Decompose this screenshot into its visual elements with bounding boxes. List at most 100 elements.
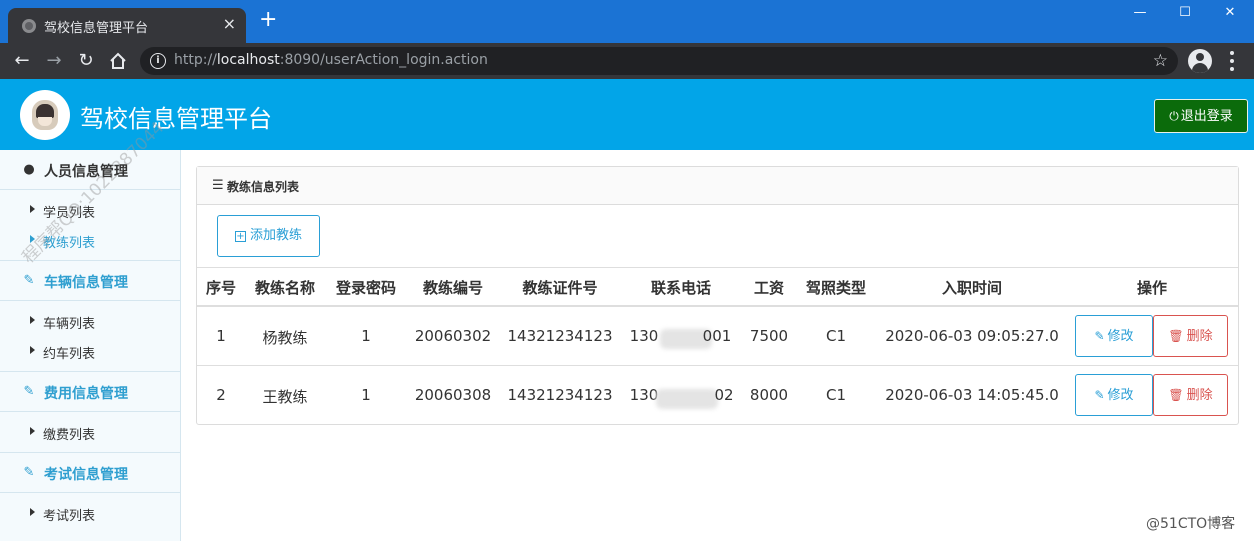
maximize-button[interactable]: ☐ xyxy=(1162,3,1208,23)
panel-heading: ☰ 教练信息列表 xyxy=(197,167,1238,205)
cell-password: 1 xyxy=(361,327,371,345)
close-tab-icon[interactable]: × xyxy=(223,14,236,34)
coach-list-panel: ☰ 教练信息列表 + 添加教练 序号 教练名称 登录密码 教练编号 教练证件号 联… xyxy=(196,166,1239,425)
column-header: 教练证件号 xyxy=(522,279,598,297)
edit-button[interactable]: ✎ 修改 xyxy=(1075,374,1153,416)
cell-license-type: C1 xyxy=(825,386,847,404)
edit-icon: ✎ xyxy=(23,273,35,288)
sidebar-group-personnel[interactable]: ● 人员信息管理 xyxy=(0,150,180,190)
caret-right-icon xyxy=(30,508,35,516)
sidebar-group-label: 车辆信息管理 xyxy=(44,275,128,291)
globe-icon xyxy=(22,19,36,33)
caret-right-icon xyxy=(30,316,35,324)
caret-right-icon xyxy=(30,427,35,435)
cell-phone-end: 02 xyxy=(714,386,734,404)
sidebar-item-vehicles[interactable]: 车辆列表 xyxy=(0,307,180,337)
sidebar-group-exams[interactable]: ✎ 考试信息管理 xyxy=(0,453,180,493)
user-icon: ● xyxy=(23,162,35,177)
column-header: 教练名称 xyxy=(254,279,316,297)
add-coach-button[interactable]: + 添加教练 xyxy=(217,215,320,257)
cell-password: 1 xyxy=(361,386,371,404)
edit-icon: ✎ xyxy=(23,384,35,399)
sidebar-item-exams[interactable]: 考试列表 xyxy=(0,499,180,529)
trash-icon: 🗑 xyxy=(1168,388,1184,402)
reload-icon[interactable]: ↻ xyxy=(74,49,98,73)
list-icon: ☰ xyxy=(212,178,224,193)
cell-code: 20060308 xyxy=(414,386,492,404)
cell-phone-end: 001 xyxy=(702,327,732,345)
table-header-border xyxy=(197,305,1238,307)
cell-salary: 7500 xyxy=(749,327,789,345)
close-window-button[interactable]: ✕ xyxy=(1207,3,1253,23)
sidebar-item-label: 考试列表 xyxy=(43,509,96,524)
kebab-menu-icon[interactable] xyxy=(1226,49,1238,73)
edit-label: 修改 xyxy=(1107,388,1134,403)
app-title: 驾校信息管理平台 xyxy=(80,105,272,133)
sidebar-item-payments[interactable]: 缴费列表 xyxy=(0,418,180,448)
sidebar: ● 人员信息管理 学员列表 教练列表 ✎ 车辆信息管理 车辆列表 约车列表 ✎ … xyxy=(0,150,181,541)
browser-tab[interactable]: 驾校信息管理平台 × xyxy=(8,8,246,43)
edit-icon: ✎ xyxy=(1094,388,1105,402)
edit-button[interactable]: ✎ 修改 xyxy=(1075,315,1153,357)
delete-label: 删除 xyxy=(1186,329,1213,344)
app-header: 驾校信息管理平台 ⏻ 退出登录 xyxy=(0,79,1254,150)
browser-tab-strip: 驾校信息管理平台 × + — ☐ ✕ xyxy=(0,0,1254,43)
logo xyxy=(20,90,70,140)
column-header: 入职时间 xyxy=(941,279,1003,297)
bookmark-star-icon[interactable]: ☆ xyxy=(1153,50,1168,72)
cell-license-no: 14321234123 xyxy=(507,386,613,404)
plus-square-icon: + xyxy=(234,231,246,242)
logout-button[interactable]: ⏻ 退出登录 xyxy=(1154,99,1248,133)
forward-arrow-icon[interactable]: → xyxy=(42,49,66,73)
edit-icon: ✎ xyxy=(1094,329,1105,343)
cell-phone-start: 130 xyxy=(629,386,659,404)
delete-button[interactable]: 🗑 删除 xyxy=(1153,315,1228,357)
cell-index: 1 xyxy=(216,327,226,345)
redaction-blur xyxy=(656,389,718,409)
edit-icon: ✎ xyxy=(23,465,35,480)
row-divider xyxy=(197,365,1238,366)
cell-name: 杨教练 xyxy=(262,329,308,347)
sidebar-item-bookings[interactable]: 约车列表 xyxy=(0,337,180,367)
logout-label: 退出登录 xyxy=(1180,109,1233,124)
column-header: 序号 xyxy=(205,279,237,297)
column-header: 工资 xyxy=(753,279,785,297)
sidebar-group-label: 费用信息管理 xyxy=(44,386,128,402)
sidebar-group-label: 人员信息管理 xyxy=(44,164,128,180)
cell-index: 2 xyxy=(216,386,226,404)
new-tab-button[interactable]: + xyxy=(259,9,277,31)
home-icon[interactable] xyxy=(106,49,130,73)
delete-button[interactable]: 🗑 删除 xyxy=(1153,374,1228,416)
cell-phone-start: 130 xyxy=(629,327,659,345)
cell-hire-time: 2020-06-03 09:05:27.0 xyxy=(885,327,1059,345)
column-header: 驾照类型 xyxy=(805,279,867,297)
add-coach-label: 添加教练 xyxy=(249,228,302,243)
trash-icon: 🗑 xyxy=(1168,329,1184,343)
address-bar[interactable]: i http://localhost:8090/userAction_login… xyxy=(140,47,1178,75)
sidebar-item-label: 教练列表 xyxy=(43,236,96,251)
caret-right-icon xyxy=(30,346,35,354)
column-header: 教练编号 xyxy=(422,279,484,297)
column-header: 操作 xyxy=(1136,279,1168,297)
sidebar-item-coaches[interactable]: 教练列表 xyxy=(0,226,180,256)
url-text[interactable]: http://localhost:8090/userAction_login.a… xyxy=(174,52,488,68)
panel-title: 教练信息列表 xyxy=(227,180,300,194)
power-icon: ⏻ xyxy=(1169,109,1179,123)
sidebar-group-vehicles[interactable]: ✎ 车辆信息管理 xyxy=(0,261,180,301)
cell-salary: 8000 xyxy=(749,386,789,404)
cell-hire-time: 2020-06-03 14:05:45.0 xyxy=(885,386,1059,404)
cell-code: 20060302 xyxy=(414,327,492,345)
avatar-logo-icon xyxy=(32,100,58,130)
column-header: 联系电话 xyxy=(650,279,712,297)
sidebar-item-students[interactable]: 学员列表 xyxy=(0,196,180,226)
sidebar-group-fees[interactable]: ✎ 费用信息管理 xyxy=(0,372,180,412)
column-header: 登录密码 xyxy=(335,279,397,297)
sidebar-group-label: 考试信息管理 xyxy=(44,467,128,483)
sidebar-item-label: 缴费列表 xyxy=(43,428,96,443)
back-arrow-icon[interactable]: ← xyxy=(10,49,34,73)
caret-right-icon xyxy=(30,205,35,213)
cell-license-type: C1 xyxy=(825,327,847,345)
info-icon[interactable]: i xyxy=(150,53,166,69)
profile-avatar-icon[interactable] xyxy=(1188,49,1212,73)
minimize-button[interactable]: — xyxy=(1117,3,1163,23)
